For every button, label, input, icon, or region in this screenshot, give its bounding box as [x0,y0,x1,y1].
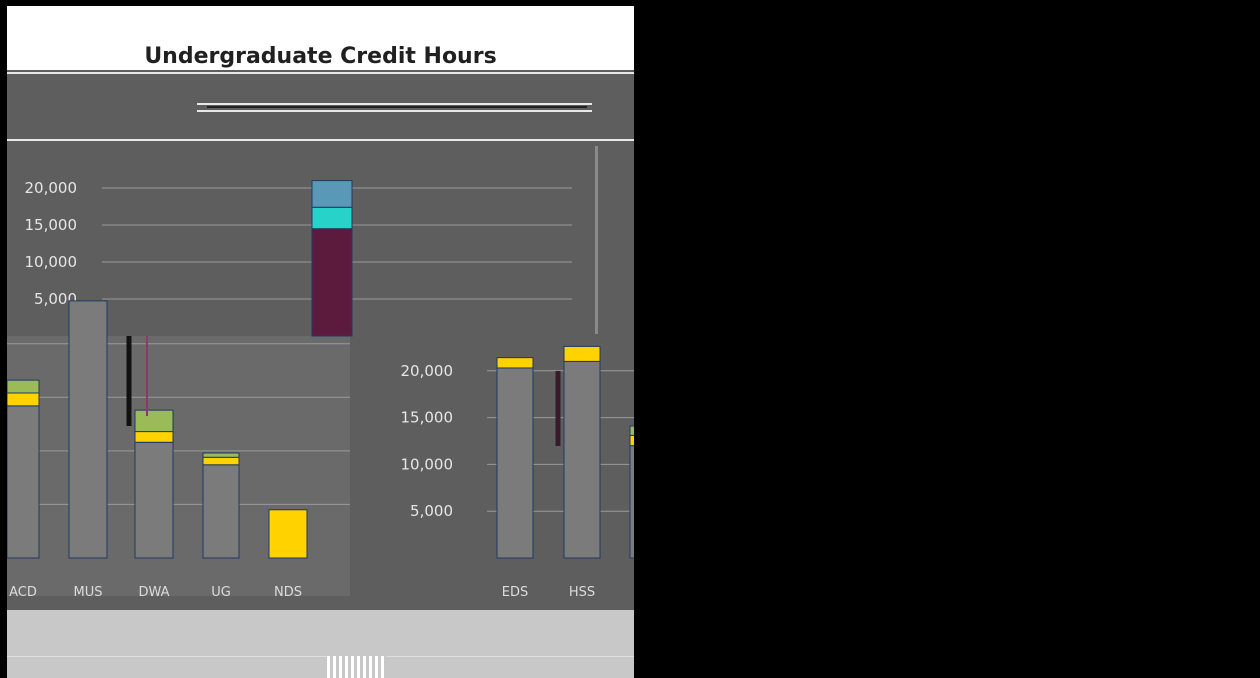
bar-segment [134,441,174,559]
bars-top-chart [311,180,353,337]
bar-segment [311,180,353,208]
y-tick-label: 15,000 [401,409,454,427]
bar-segment [134,431,174,443]
bar-segment [7,405,40,559]
y-ticks-top: 5,00010,00015,00020,000 [25,179,78,308]
bar-segment [629,445,634,559]
category-label: DWA [138,585,169,600]
bar-segment [563,360,601,559]
category-label: HSS [569,585,595,600]
y-tick-label: 15,000 [25,216,78,234]
bar-segment [7,379,40,394]
y-tick-label: 20,000 [401,362,454,380]
bar-segment [629,425,634,436]
bar-segment [7,392,40,407]
y-tick-label: 10,000 [25,253,78,271]
bar-segment [68,300,108,559]
y-tick-label: 20,000 [25,179,78,197]
y-tick-label: 5,000 [410,502,453,520]
bar-segment [202,456,240,466]
bar-segment [629,434,634,447]
artifact-block [327,656,387,678]
bar-segment [202,464,240,559]
bar-segment [268,509,308,559]
bottom-band [7,610,634,678]
y-tick-label: 10,000 [401,455,454,473]
category-label: NDS [274,585,302,600]
category-label: UG [211,585,231,600]
bar-segment [496,367,534,559]
artifact-line [7,656,634,657]
bar-segment [496,357,534,369]
plot-area: 5,00010,00015,00020,000 5,00010,00015,00… [7,179,634,600]
bar-segment [202,452,240,458]
category-label: MUS [74,585,103,600]
bar-segment [563,345,601,362]
bar-segment [134,409,174,433]
bar-segment [311,206,353,230]
chart-window: Undergraduate Credit Hours 5,000 10,000 15… [7,6,634,678]
bar-segment [311,228,353,337]
category-label: EDS [502,585,528,600]
category-label: ACD [9,585,37,600]
